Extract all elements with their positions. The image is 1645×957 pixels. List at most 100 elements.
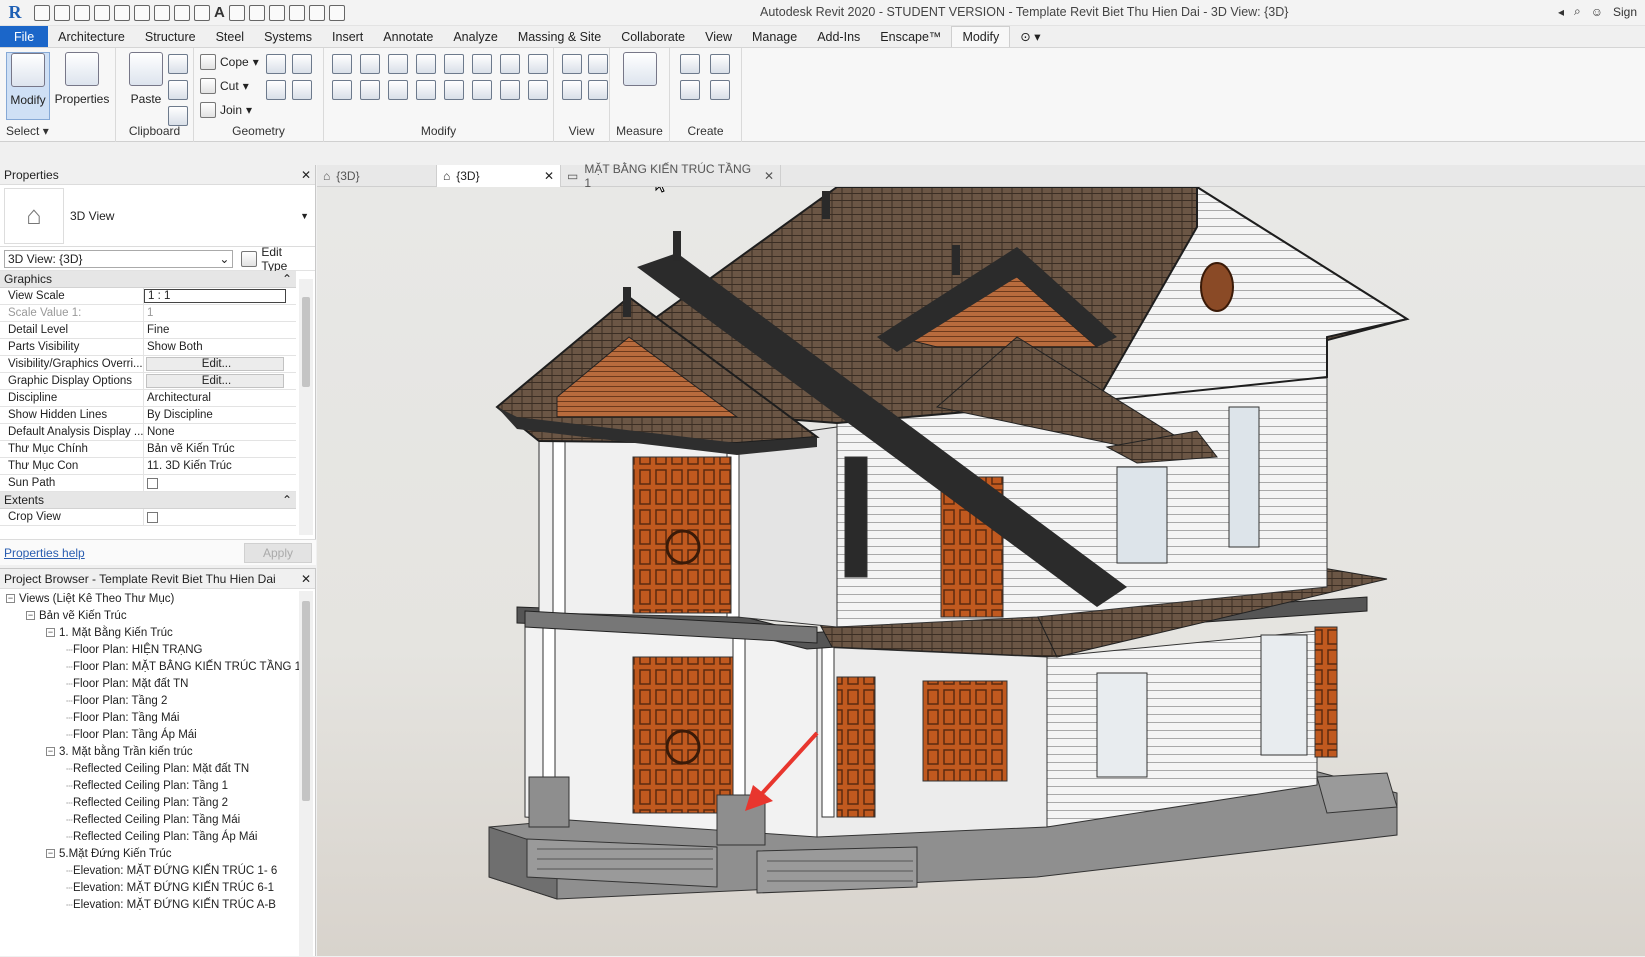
default-3d-view-icon[interactable]: [228, 4, 245, 21]
edit-button[interactable]: Edit...: [146, 374, 284, 388]
line-weight-icon[interactable]: [588, 80, 608, 100]
trim-extend-icon[interactable]: [500, 80, 520, 100]
tree-item[interactable]: ┄ Floor Plan: Mặt đất TN: [0, 675, 315, 692]
match-type-icon[interactable]: [168, 106, 188, 126]
collapse-toggle-icon[interactable]: −: [46, 628, 55, 637]
rotate-icon[interactable]: [388, 80, 408, 100]
save-icon[interactable]: [54, 4, 70, 21]
checkbox[interactable]: [147, 511, 158, 523]
close-tab-icon[interactable]: ✕: [544, 169, 554, 183]
create-parts-icon[interactable]: [710, 54, 730, 74]
ribbon-tab[interactable]: Enscape™: [870, 26, 951, 47]
properties-help-link[interactable]: Properties help: [4, 546, 85, 560]
close-tab-icon[interactable]: ✕: [764, 169, 774, 183]
ribbon-tab[interactable]: Collaborate: [611, 26, 695, 47]
revit-logo-icon[interactable]: R: [4, 2, 26, 24]
join-button[interactable]: Join ▾: [200, 102, 252, 118]
linework-icon[interactable]: [562, 80, 582, 100]
property-value[interactable]: 1 : 1: [144, 289, 286, 303]
scroll-thumb[interactable]: [302, 601, 310, 801]
properties-scrollbar[interactable]: [299, 279, 313, 535]
view-tab[interactable]: ▭ MẶT BẰNG KIẾN TRÚC TẦNG 1 ✕: [561, 162, 781, 190]
cut-clipboard-icon[interactable]: [168, 54, 188, 74]
property-value[interactable]: Fine: [144, 322, 296, 338]
cut-button[interactable]: Cut ▾: [200, 78, 249, 94]
paste-button[interactable]: Paste: [124, 52, 168, 120]
measure-icon[interactable]: [154, 4, 170, 21]
measure-button[interactable]: [618, 52, 662, 120]
move-icon[interactable]: [332, 80, 352, 100]
tree-item[interactable]: ┄ Reflected Ceiling Plan: Tầng Áp Mái: [0, 828, 315, 845]
property-value[interactable]: 11. 3D Kiến Trúc: [144, 458, 296, 474]
scroll-thumb[interactable]: [302, 297, 310, 387]
group-extents[interactable]: Extents ⌃: [0, 492, 296, 509]
collapse-toggle-icon[interactable]: −: [26, 611, 35, 620]
array-icon[interactable]: [444, 80, 464, 100]
browser-scrollbar[interactable]: [299, 591, 313, 957]
tree-item[interactable]: ┄ Floor Plan: Tầng Mái: [0, 709, 315, 726]
section-icon[interactable]: [248, 4, 265, 21]
split-icon[interactable]: [444, 54, 464, 74]
redo-icon[interactable]: [114, 4, 130, 21]
split-gap-icon[interactable]: [472, 54, 492, 74]
print-icon[interactable]: [134, 4, 150, 21]
ribbon-tab[interactable]: View: [695, 26, 742, 47]
contextual-tab-toggle-icon[interactable]: ⊙ ▾: [1010, 26, 1050, 47]
nav-left-icon[interactable]: ◂: [1558, 5, 1564, 19]
tree-item[interactable]: −3. Mặt bằng Trần kiến trúc: [0, 743, 315, 760]
tree-item[interactable]: ┄ Elevation: MẶT ĐỨNG KIẾN TRÚC 1- 6: [0, 862, 315, 879]
tree-item[interactable]: ┄ Floor Plan: HIỆN TRẠNG: [0, 641, 315, 658]
sign-in-link[interactable]: Sign: [1613, 5, 1637, 19]
close-hidden-windows-icon[interactable]: [288, 4, 305, 21]
ribbon-tab[interactable]: Modify: [951, 26, 1011, 47]
edit-button[interactable]: Edit...: [146, 357, 284, 371]
group-graphics[interactable]: Graphics ⌃: [0, 271, 296, 288]
create-assembly-icon[interactable]: [680, 54, 700, 74]
ribbon-tab[interactable]: Manage: [742, 26, 807, 47]
ribbon-tab[interactable]: Architecture: [48, 26, 135, 47]
tree-item[interactable]: ┄ Reflected Ceiling Plan: Mặt đất TN: [0, 760, 315, 777]
hide-icon[interactable]: [562, 54, 582, 74]
apply-button[interactable]: Apply: [244, 542, 312, 563]
edit-type-button[interactable]: Edit Type: [241, 245, 311, 273]
switch-windows-icon[interactable]: [308, 4, 325, 21]
checkbox[interactable]: [147, 477, 158, 489]
cope-button[interactable]: Cope ▾: [200, 54, 259, 70]
tree-item[interactable]: ┄ Reflected Ceiling Plan: Tầng 1: [0, 777, 315, 794]
ribbon-tab[interactable]: Annotate: [373, 26, 443, 47]
instance-selector[interactable]: 3D View: {3D} ⌄: [4, 249, 234, 268]
paint-icon[interactable]: [292, 54, 312, 74]
chevron-down-icon[interactable]: ▼: [300, 211, 309, 221]
unpin-icon[interactable]: [528, 54, 548, 74]
open-icon[interactable]: [34, 4, 50, 21]
text-icon[interactable]: A: [214, 4, 225, 21]
property-value[interactable]: [144, 509, 296, 525]
tree-item[interactable]: − Bản vẽ Kiến Trúc: [0, 607, 315, 624]
scale-icon[interactable]: [472, 80, 492, 100]
copy-icon[interactable]: [168, 80, 188, 100]
3d-viewport[interactable]: [317, 187, 1645, 956]
tree-item[interactable]: ┄ Elevation: MẶT ĐỨNG KIẾN TRÚC A-B: [0, 896, 315, 913]
mirror-draw-icon[interactable]: [416, 54, 436, 74]
property-value[interactable]: None: [144, 424, 296, 440]
tree-item[interactable]: ┄ Reflected Ceiling Plan: Tầng Mái: [0, 811, 315, 828]
close-icon[interactable]: ✕: [301, 572, 311, 586]
copy-element-icon[interactable]: [360, 80, 380, 100]
ribbon-tab[interactable]: Systems: [254, 26, 322, 47]
tree-item[interactable]: ┄ Floor Plan: Tầng 2: [0, 692, 315, 709]
tree-item[interactable]: −1. Mặt Bằng Kiến Trúc: [0, 624, 315, 641]
create-similar-icon[interactable]: [710, 80, 730, 100]
mirror-axis-icon[interactable]: [388, 54, 408, 74]
property-value[interactable]: Show Both: [144, 339, 296, 355]
collapse-toggle-icon[interactable]: −: [46, 849, 55, 858]
offset-icon[interactable]: [360, 54, 380, 74]
tree-item[interactable]: ┄ Reflected Ceiling Plan: Tầng 2: [0, 794, 315, 811]
tag-icon[interactable]: [194, 4, 210, 21]
modify-button[interactable]: Modify: [6, 52, 50, 120]
type-selector[interactable]: ⌂ 3D View ▼: [0, 185, 315, 247]
binoculars-icon[interactable]: ⌕: [1574, 4, 1581, 19]
ribbon-tab[interactable]: Insert: [322, 26, 373, 47]
override-icon[interactable]: [588, 54, 608, 74]
ribbon-tab[interactable]: Add-Ins: [807, 26, 870, 47]
properties-button[interactable]: Properties: [55, 52, 109, 120]
